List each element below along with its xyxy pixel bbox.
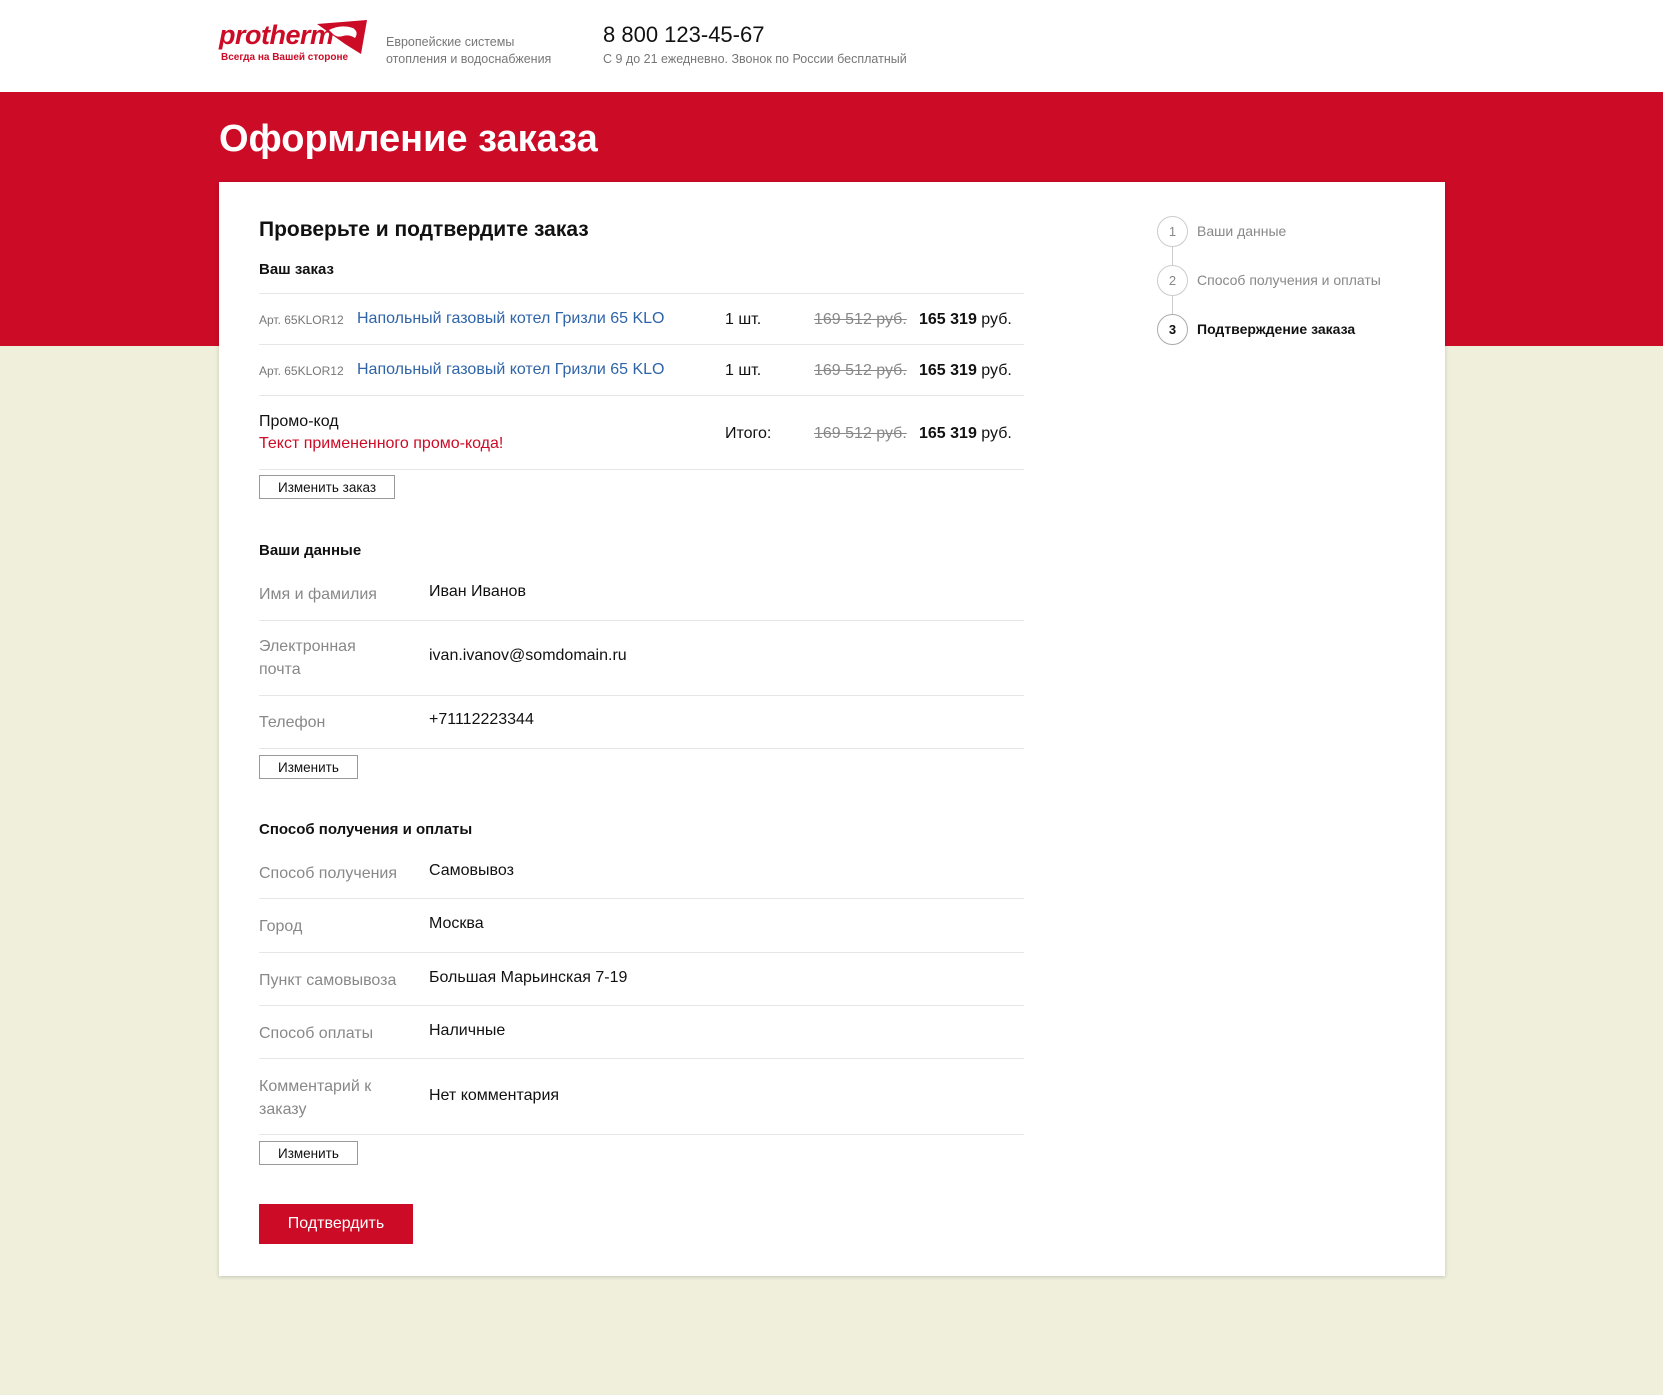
field-label: Способ получения [259, 865, 398, 882]
item-price-value: 165 319 [919, 362, 977, 379]
divider [259, 293, 1024, 294]
step-label-confirm: Подтверждение заказа [1197, 321, 1356, 337]
header-hours: С 9 до 21 ежедневно. Звонок по России бе… [603, 52, 907, 66]
divider [259, 344, 1024, 345]
confirm-button[interactable]: Подтвердить [259, 1204, 413, 1244]
divider [259, 469, 1024, 470]
step-number: 1 [1157, 216, 1188, 247]
item-price: 165 319 руб. [919, 311, 1012, 329]
field-label: Способ оплаты [259, 1025, 374, 1042]
promo-text: Текст примененного промо-кода! [259, 435, 504, 452]
field-value: Самовывоз [429, 862, 514, 879]
total-currency: руб. [981, 425, 1012, 442]
order-subtitle: Ваш заказ [259, 261, 334, 278]
change-order-button[interactable]: Изменить заказ [259, 475, 396, 499]
item-old-price: 169 512 руб. [814, 311, 907, 328]
total-price: 165 319 руб. [919, 425, 1012, 443]
item-link[interactable]: Напольный газовый котел Гризли 65 KLO [357, 361, 664, 379]
divider [259, 748, 1024, 749]
divider [259, 952, 1024, 953]
item-art: Арт. 65KLOR12 [259, 313, 344, 327]
item-qty: 1 шт. [725, 362, 762, 379]
item-currency: руб. [981, 362, 1012, 379]
total-old-price: 169 512 руб. [814, 425, 907, 442]
change-customer-button[interactable]: Изменить [259, 755, 358, 779]
step-number: 3 [1157, 314, 1188, 345]
total-price-value: 165 319 [919, 425, 977, 442]
header-phone[interactable]: 8 800 123-45-67 [603, 22, 764, 48]
step-label-delivery[interactable]: Способ получения и оплаты [1197, 272, 1381, 288]
field-label: Комментарий к заказу [259, 1078, 372, 1118]
order-card: Проверьте и подтвердите заказ Ваш заказ … [219, 182, 1445, 1276]
panther-flag-icon [317, 20, 367, 54]
delivery-subtitle: Способ получения и оплаты [259, 821, 473, 838]
change-delivery-button[interactable]: Изменить [259, 1141, 358, 1165]
protherm-logo[interactable]: protherm Всегда на Вашей стороне [219, 18, 371, 66]
item-qty: 1 шт. [725, 311, 762, 328]
divider [259, 395, 1024, 396]
page-title: Оформление заказа [219, 118, 598, 160]
field-value: Иван Иванов [429, 583, 526, 600]
step-number: 2 [1157, 265, 1188, 296]
step-label-your-data[interactable]: Ваши данные [1197, 223, 1286, 239]
item-link[interactable]: Напольный газовый котел Гризли 65 KLO [357, 310, 664, 328]
item-currency: руб. [981, 311, 1012, 328]
field-value: Нет комментария [429, 1087, 560, 1104]
field-label: Пункт самовывоза [259, 972, 397, 989]
customer-subtitle: Ваши данные [259, 542, 362, 559]
section-title: Проверьте и подтвердите заказ [259, 218, 589, 241]
checkout-steps: 1 Ваши данные 2 Способ получения и оплат… [1157, 216, 1437, 356]
field-value: Большая Марьинская 7-19 [429, 969, 628, 986]
item-price-value: 165 319 [919, 311, 977, 328]
divider [259, 1058, 1024, 1059]
field-value: +71112223344 [429, 711, 534, 728]
divider [259, 898, 1024, 899]
field-value: ivan.ivanov@somdomain.ru [429, 647, 627, 664]
divider [259, 1005, 1024, 1006]
item-art: Арт. 65KLOR12 [259, 364, 344, 378]
field-label: Имя и фамилия [259, 586, 377, 603]
divider [259, 695, 1024, 696]
field-value: Наличные [429, 1022, 506, 1039]
field-label: Город [259, 918, 303, 935]
header-tagline: Европейские системы отопления и водоснаб… [386, 35, 552, 66]
divider [259, 620, 1024, 621]
promo-label: Промо-код [259, 413, 339, 430]
item-price: 165 319 руб. [919, 362, 1012, 380]
divider [259, 1134, 1024, 1135]
total-label: Итого: [725, 425, 772, 442]
field-label: Телефон [259, 714, 326, 731]
site-header: protherm Всегда на Вашей стороне Европей… [0, 0, 1663, 92]
logo-tagline: Всегда на Вашей стороне [221, 52, 349, 63]
field-value: Москва [429, 915, 484, 932]
field-label: Электронная почта [259, 638, 356, 678]
item-old-price: 169 512 руб. [814, 362, 907, 379]
